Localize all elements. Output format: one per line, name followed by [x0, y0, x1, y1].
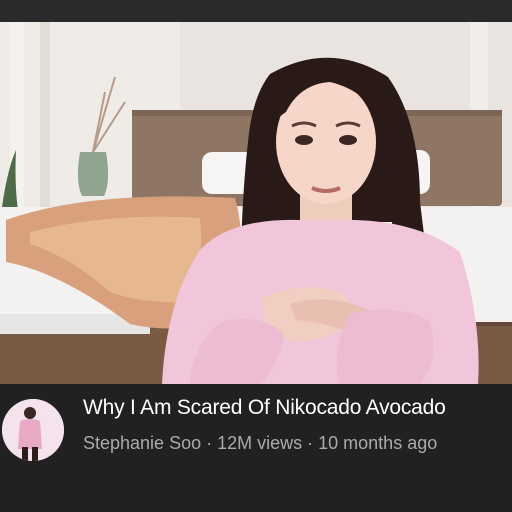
- video-subtitle: Stephanie Soo · 12M views · 10 months ago: [83, 433, 508, 454]
- top-bar: [0, 0, 512, 22]
- upload-age: 10 months ago: [318, 433, 438, 453]
- channel-avatar[interactable]: [2, 399, 64, 461]
- avatar-icon: [2, 399, 64, 461]
- channel-name[interactable]: Stephanie Soo: [83, 433, 201, 453]
- view-count: 12M views: [217, 433, 303, 453]
- video-thumbnail[interactable]: [0, 22, 512, 384]
- separator: ·: [206, 433, 213, 453]
- separator: ·: [307, 433, 314, 453]
- video-thumbnail-image: [0, 22, 512, 384]
- video-title[interactable]: Why I Am Scared Of Nikocado Avocado: [83, 396, 508, 420]
